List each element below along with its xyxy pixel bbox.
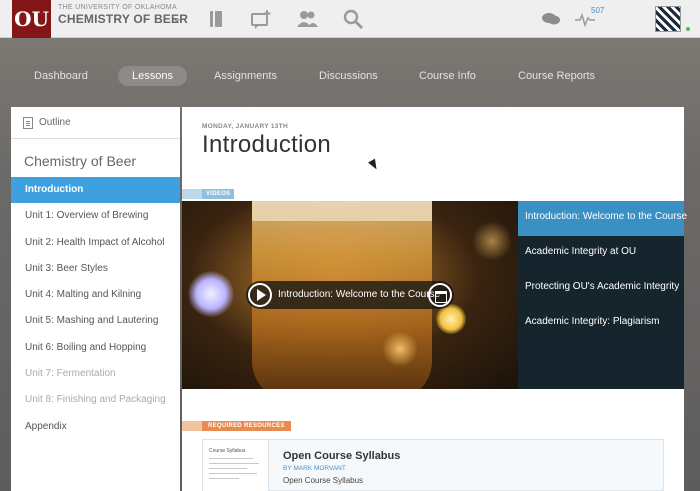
org-name: THE UNIVERSITY OF OKLAHOMA (58, 4, 177, 11)
mouse-cursor-icon (368, 158, 380, 172)
beer-foam-image (252, 201, 432, 221)
top-bar: OU THE UNIVERSITY OF OKLAHOMA CHEMISTRY … (0, 0, 700, 38)
sidebar-item-unit-1[interactable]: Unit 1: Overview of Brewing (11, 203, 180, 229)
sidebar-item-unit-8[interactable]: Unit 8: Finishing and Packaging (11, 387, 180, 413)
sidebar-title: Chemistry of Beer (24, 153, 137, 169)
thumbnail-line (209, 463, 259, 464)
nav-discussions[interactable]: Discussions (305, 66, 392, 86)
playlist-item[interactable]: Academic Integrity at OU (518, 236, 684, 271)
course-title[interactable]: CHEMISTRY OF BEER (58, 12, 188, 26)
lesson-sidebar: Outline Chemistry of Beer Introduction U… (11, 107, 180, 491)
sidebar-item-unit-2[interactable]: Unit 2: Health Impact of Alcohol (11, 230, 180, 256)
outline-toggle[interactable]: Outline (11, 107, 180, 139)
resource-title[interactable]: Open Course Syllabus (283, 450, 400, 462)
avatar[interactable] (655, 6, 681, 32)
video-player[interactable]: Introduction: Welcome to the Course (182, 201, 518, 389)
bokeh-light (472, 221, 512, 261)
videos-tag: VIDEOS (202, 189, 235, 199)
sidebar-item-unit-5[interactable]: Unit 5: Mashing and Lautering (11, 308, 180, 334)
video-playlist: Introduction: Welcome to the Course Acad… (518, 201, 687, 389)
online-status-dot (686, 27, 690, 31)
video-title: Introduction: Welcome to the Course (278, 289, 441, 300)
nav-course-reports[interactable]: Course Reports (504, 66, 609, 86)
bokeh-light (188, 271, 234, 317)
sidebar-item-appendix[interactable]: Appendix (11, 414, 180, 440)
main-nav: Dashboard Lessons Assignments Discussion… (0, 66, 700, 86)
chat-icon[interactable] (540, 8, 562, 30)
thumbnail-line (209, 468, 247, 469)
nav-lessons[interactable]: Lessons (118, 66, 187, 86)
sidebar-item-unit-7[interactable]: Unit 7: Fermentation (11, 361, 180, 387)
playlist-item[interactable]: Introduction: Welcome to the Course (518, 201, 687, 236)
videos-tag-bar (182, 189, 202, 199)
captions-icon[interactable] (428, 283, 452, 307)
thumbnail-title: Course Syllabus (209, 448, 246, 454)
playlist-item[interactable]: Academic Integrity: Plagiarism (518, 306, 684, 341)
resource-subtitle: Open Course Syllabus (283, 476, 364, 485)
nav-dashboard[interactable]: Dashboard (20, 66, 102, 86)
playlist-item[interactable]: Protecting OU's Academic Integrity (518, 271, 684, 306)
people-icon[interactable] (296, 8, 318, 30)
search-icon[interactable] (342, 8, 364, 30)
thumbnail-line (209, 473, 257, 474)
university-logo[interactable]: OU (12, 0, 51, 38)
lesson-date: MONDAY, JANUARY 13TH (202, 123, 288, 130)
bokeh-light (382, 331, 418, 367)
new-message-icon[interactable] (250, 8, 272, 30)
sidebar-item-unit-6[interactable]: Unit 6: Boiling and Hopping (11, 335, 180, 361)
required-resources-tag: REQUIRED RESOURCES (202, 421, 291, 431)
book-icon[interactable] (205, 8, 227, 30)
notification-count: 507 (591, 6, 605, 15)
sidebar-item-unit-4[interactable]: Unit 4: Malting and Kilning (11, 282, 180, 308)
resources-tag-bar (182, 421, 202, 431)
document-icon (23, 116, 33, 129)
page-title: Introduction (202, 131, 332, 158)
outline-label: Outline (39, 117, 71, 128)
thumbnail-line (209, 458, 253, 459)
sidebar-item-introduction[interactable]: Introduction (11, 177, 180, 204)
chevron-down-icon[interactable]: ⌄ (172, 11, 182, 25)
resource-card[interactable]: Course Syllabus Open Course Syllabus BY … (202, 439, 664, 491)
resource-author[interactable]: BY MARK MORVANT (283, 465, 346, 472)
nav-course-info[interactable]: Course Info (405, 66, 490, 86)
sidebar-item-unit-3[interactable]: Unit 3: Beer Styles (11, 256, 180, 282)
lesson-content: MONDAY, JANUARY 13TH Introduction VIDEOS… (182, 107, 687, 491)
nav-assignments[interactable]: Assignments (200, 66, 291, 86)
play-icon[interactable] (248, 283, 272, 307)
syllabus-thumbnail[interactable]: Course Syllabus (203, 440, 269, 491)
thumbnail-line (209, 478, 239, 479)
